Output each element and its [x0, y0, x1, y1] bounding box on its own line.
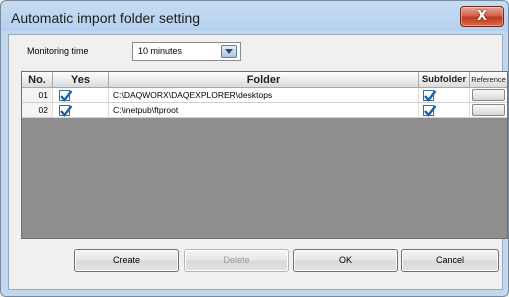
checkmark-icon	[60, 105, 73, 117]
row-number: 01	[22, 88, 53, 102]
column-header-no[interactable]: No.	[22, 72, 53, 88]
subfolder-checkbox[interactable]	[423, 90, 437, 102]
table-row[interactable]: 01 C:\DAQWORX\DAQEXPLORER\desktops	[22, 88, 507, 103]
delete-button[interactable]: Delete	[184, 249, 289, 272]
table-row[interactable]: 02 C:\inetpub\ftproot	[22, 103, 507, 118]
checkmark-icon	[424, 90, 437, 102]
monitoring-time-select[interactable]: 10 minutes	[132, 42, 241, 61]
title-bar[interactable]: Automatic import folder setting X	[1, 1, 508, 35]
folder-path[interactable]: C:\inetpub\ftproot	[109, 103, 419, 117]
dialog-window: Automatic import folder setting X Monito…	[0, 0, 509, 297]
dialog-body: Monitoring time 10 minutes No. Yes Folde…	[8, 34, 508, 290]
reference-button[interactable]	[472, 104, 505, 116]
monitoring-time-label: Monitoring time	[27, 46, 89, 56]
yes-cell[interactable]	[53, 88, 109, 102]
ok-button[interactable]: OK	[293, 249, 398, 272]
folder-path[interactable]: C:\DAQWORX\DAQEXPLORER\desktops	[109, 88, 419, 102]
column-header-subfolder[interactable]: Subfolder	[419, 72, 470, 88]
yes-checkbox[interactable]	[59, 105, 73, 117]
subfolder-checkbox[interactable]	[423, 105, 437, 117]
window-title: Automatic import folder setting	[11, 10, 201, 26]
column-header-yes[interactable]: Yes	[53, 72, 109, 88]
close-button[interactable]: X	[460, 6, 504, 27]
yes-checkbox[interactable]	[59, 90, 73, 102]
dropdown-button[interactable]	[221, 45, 237, 58]
cancel-button[interactable]: Cancel	[401, 249, 499, 272]
create-button[interactable]: Create	[74, 249, 179, 272]
close-icon: X	[476, 9, 488, 24]
subfolder-cell[interactable]	[419, 88, 470, 102]
column-header-reference[interactable]: Reference	[470, 72, 507, 88]
row-number: 02	[22, 103, 53, 117]
column-header-folder[interactable]: Folder	[109, 72, 419, 88]
chevron-down-icon	[225, 49, 233, 54]
checkmark-icon	[424, 105, 437, 117]
reference-cell	[470, 88, 507, 102]
folder-table: No. Yes Folder Subfolder Reference 01 C:…	[21, 71, 508, 239]
yes-cell[interactable]	[53, 103, 109, 117]
monitoring-time-value: 10 minutes	[138, 46, 183, 56]
reference-button[interactable]	[472, 89, 505, 101]
checkmark-icon	[60, 90, 73, 102]
reference-cell	[470, 103, 507, 117]
subfolder-cell[interactable]	[419, 103, 470, 117]
